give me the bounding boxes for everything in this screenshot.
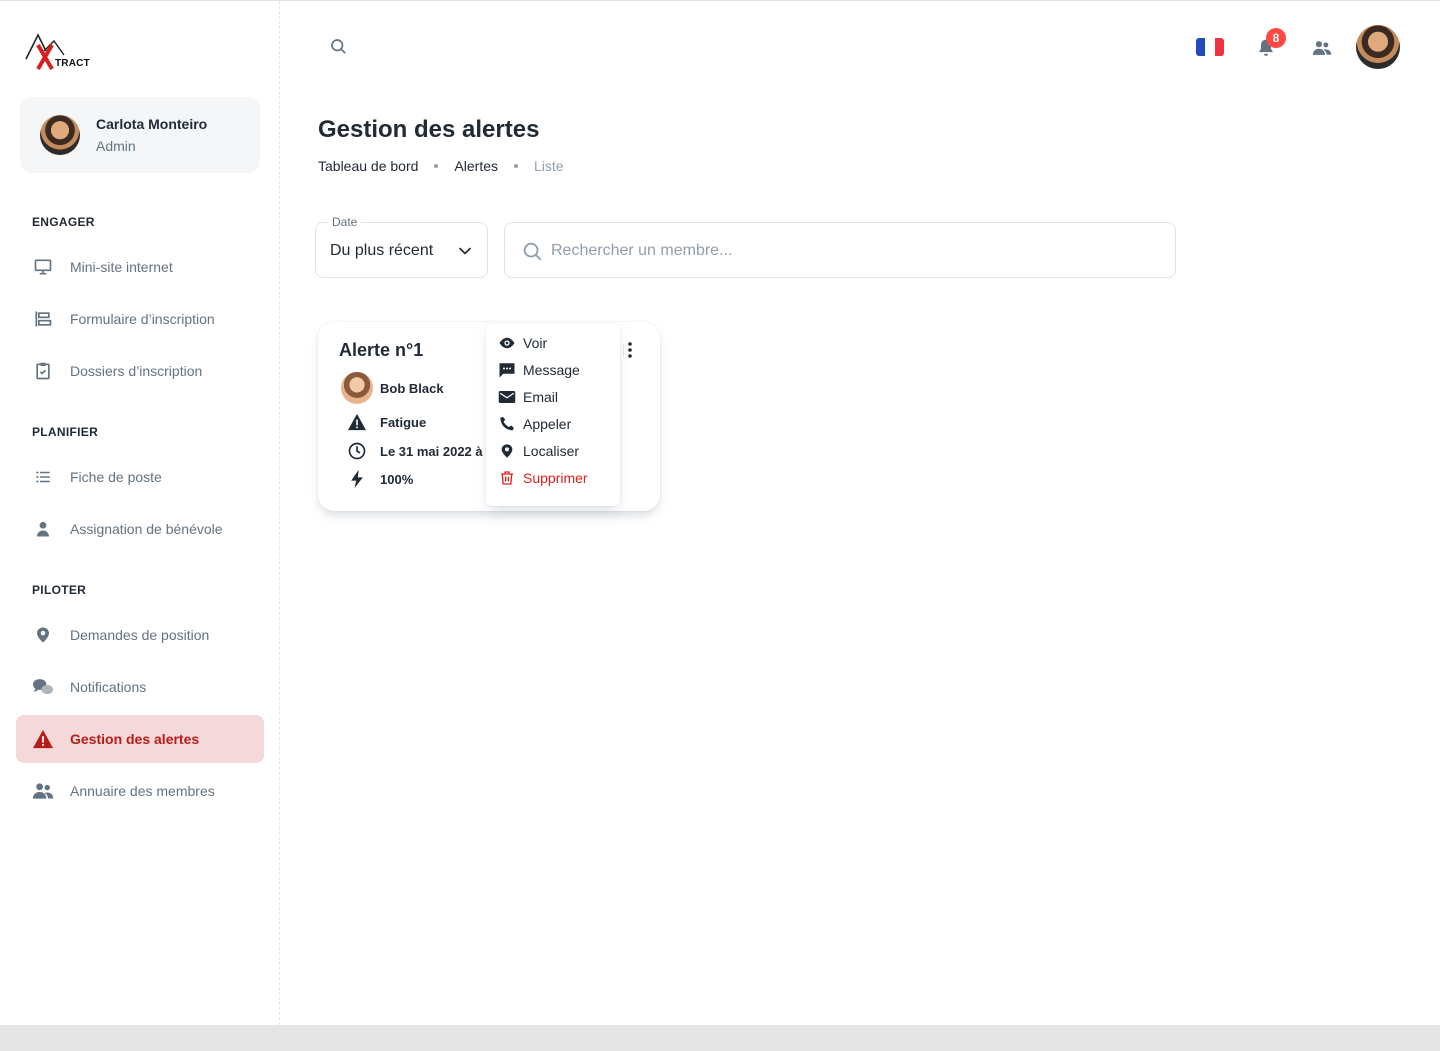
menu-item-label: Voir [523,334,548,351]
alert-date-row: Le 31 mai 2022 à [346,441,483,461]
logo-text: TRACT [55,58,90,69]
clock-icon [346,441,368,461]
alert-level-row: 100% [346,469,413,489]
search-button[interactable] [322,30,354,62]
person-icon [16,520,70,538]
lightning-icon [346,469,368,489]
sidebar-item-dossiers[interactable]: Dossiers d’inscription [16,347,264,395]
contacts-button[interactable] [1308,34,1336,62]
alert-actions-menu: Voir Message Email Appeler Localiser Sup… [486,324,624,506]
menu-item-localiser[interactable]: Localiser [486,437,620,464]
warning-icon [346,413,368,431]
phone-icon [497,415,517,433]
menu-item-label: Appeler [523,415,572,432]
clipboard-check-icon [16,361,70,381]
breadcrumb: Tableau de bord Alertes Liste [318,158,564,174]
trash-icon [497,469,517,487]
sidebar-item-label: Gestion des alertes [70,731,200,747]
alert-member-name: Bob Black [380,380,444,396]
alert-title: Alerte n°1 [339,340,424,360]
sidebar-item-assignation[interactable]: Assignation de bénévole [16,505,264,553]
user-avatar-button[interactable] [1356,25,1400,69]
menu-item-message[interactable]: Message [486,356,620,383]
menu-item-label: Email [523,388,559,405]
sidebar-item-notifications[interactable]: Notifications [16,663,264,711]
eye-icon [497,336,517,350]
monitor-icon [16,257,70,277]
menu-item-supprimer[interactable]: Supprimer [486,464,620,491]
section-title-piloter: PILOTER [32,583,87,597]
alert-level: 100% [380,471,414,487]
breadcrumb-tableau-de-bord[interactable]: Tableau de bord [318,158,418,174]
account-role: Admin [96,138,136,154]
section-title-engager: ENGAGER [32,215,95,229]
page-title: Gestion des alertes [318,116,540,143]
kebab-menu-icon [628,342,632,358]
member-search-input[interactable] [551,235,1151,267]
search-icon [331,39,346,54]
sidebar-item-label: Fiche de poste [70,469,162,485]
list-icon [16,468,70,486]
sidebar-item-label: Assignation de bénévole [70,521,223,537]
sidebar-item-label: Demandes de position [70,627,210,643]
avatar [341,372,373,404]
sidebar-item-mini-site[interactable]: Mini-site internet [16,243,264,291]
sidebar-item-formulaire[interactable]: Formulaire d’inscription [16,295,264,343]
sidebar-item-annuaire[interactable]: Annuaire des membres [16,767,264,815]
breadcrumb-liste: Liste [534,158,564,174]
sidebar-item-label: Mini-site internet [70,259,173,275]
map-pin-icon [497,442,517,460]
users-icon [16,782,70,800]
sidebar-item-label: Formulaire d’inscription [70,311,215,327]
alert-member[interactable]: Bob Black [341,372,444,404]
map-pin-icon [16,625,70,645]
envelope-icon [497,390,517,404]
menu-item-voir[interactable]: Voir [486,329,620,356]
account-name: Carlota Monteiro [96,116,208,132]
form-icon [16,309,70,329]
menu-item-appeler[interactable]: Appeler [486,410,620,437]
sidebar-item-fiche-de-poste[interactable]: Fiche de poste [16,453,264,501]
section-title-planifier: PLANIFIER [32,425,99,439]
member-search-field[interactable] [504,222,1176,278]
language-flag-icon[interactable] [1196,38,1224,56]
sidebar-item-demandes-position[interactable]: Demandes de position [16,611,264,659]
sidebar-item-label: Dossiers d’inscription [70,363,203,379]
contacts-icon [1312,41,1332,55]
breadcrumb-separator [434,164,439,168]
chat-bubbles-icon [16,677,70,697]
sidebar-item-gestion-alertes[interactable]: Gestion des alertes [16,715,264,763]
alert-type-row: Fatigue [346,413,426,431]
menu-item-label: Supprimer [523,469,588,486]
bottom-bar [0,1025,1440,1051]
date-sort-select[interactable]: Date Du plus récent [315,215,488,278]
search-icon [523,242,542,261]
alert-triangle-icon [16,729,70,749]
date-select-label: Date [328,215,362,229]
sidebar-item-label: Annuaire des membres [70,783,215,799]
sidebar: TRACT Carlota Monteiro Admin ENGAGER Min… [0,1,280,1025]
breadcrumb-alertes[interactable]: Alertes [454,158,498,174]
date-select-value: Du plus récent [330,242,434,259]
menu-item-label: Localiser [523,442,580,459]
menu-item-email[interactable]: Email [486,383,620,410]
alert-type: Fatigue [380,414,427,430]
account-card[interactable]: Carlota Monteiro Admin [20,97,260,173]
chevron-down-icon [459,247,471,255]
breadcrumb-separator [514,164,518,168]
sidebar-item-label: Notifications [70,679,147,695]
avatar [40,115,80,155]
message-icon [497,361,517,379]
notification-count-badge: 8 [1266,28,1286,48]
menu-item-label: Message [523,361,580,378]
alert-date: Le 31 mai 2022 à [380,443,483,459]
